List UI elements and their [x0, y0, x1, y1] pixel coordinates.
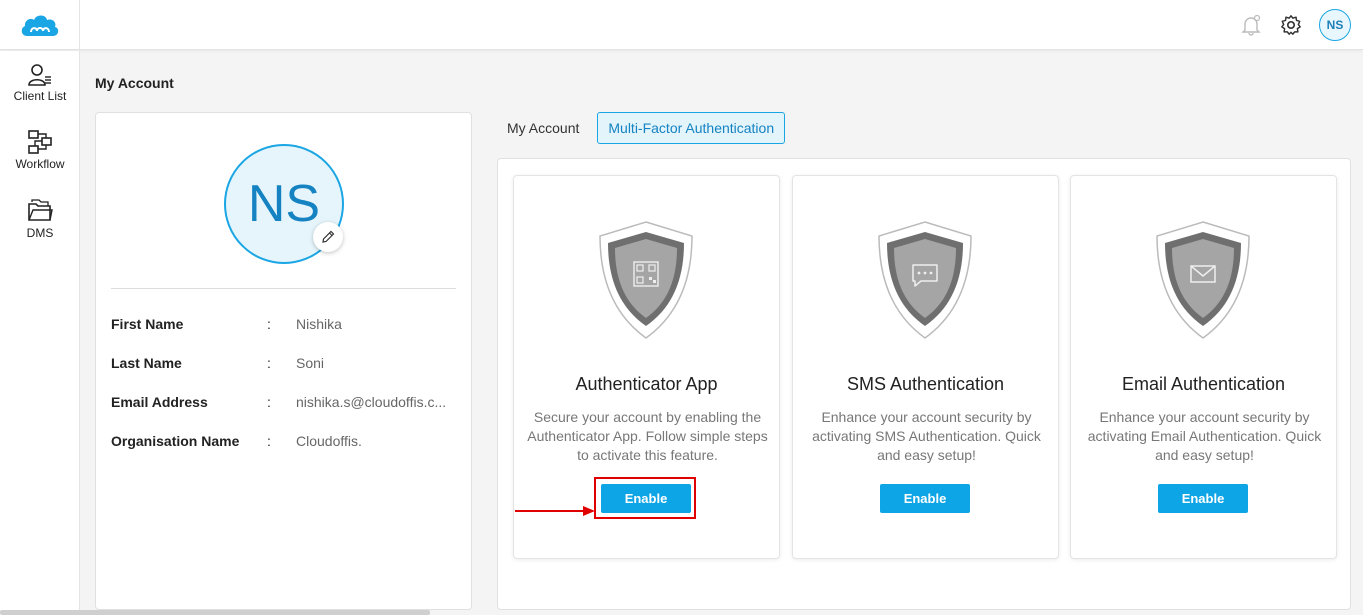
- user-avatar[interactable]: NS: [1319, 9, 1351, 41]
- sidebar-item-label: Client List: [13, 89, 67, 103]
- settings-gear-icon[interactable]: [1279, 13, 1303, 37]
- field-separator: :: [267, 433, 271, 449]
- sidebar-item-label: Workflow: [15, 157, 65, 171]
- mfa-panel: Authenticator App Secure your account by…: [497, 158, 1351, 610]
- cloud-logo-icon: [21, 15, 58, 36]
- field-label: First Name: [111, 316, 184, 332]
- sidebar-item-workflow[interactable]: Workflow: [0, 129, 80, 171]
- sidebar: Client List Workflow DMS: [0, 51, 80, 615]
- folder-icon: [28, 199, 53, 221]
- sidebar-item-label: DMS: [26, 226, 54, 240]
- mfa-card-email-authentication: Email Authentication Enhance your accoun…: [1070, 175, 1337, 559]
- edit-avatar-button[interactable]: [313, 222, 343, 252]
- workflow-icon: [28, 130, 52, 154]
- field-value: nishika.s@cloudoffis.c...: [296, 394, 447, 410]
- sidebar-item-dms[interactable]: DMS: [0, 198, 80, 240]
- card-description: Secure your account by enabling the Auth…: [527, 409, 768, 463]
- info-row-last-name: Last Name : Soni: [111, 355, 456, 375]
- card-title: SMS Authentication: [846, 374, 1005, 394]
- field-separator: :: [267, 316, 271, 332]
- field-label: Organisation Name: [111, 433, 240, 449]
- logo-cell[interactable]: [0, 0, 80, 50]
- card-title: Email Authentication: [1121, 374, 1286, 394]
- header-actions: NS: [1239, 8, 1351, 42]
- field-value: Cloudoffis.: [296, 433, 362, 449]
- top-bar: NS: [0, 0, 1363, 50]
- shield-envelope-icon: [1156, 221, 1250, 339]
- tab-multi-factor-authentication[interactable]: Multi-Factor Authentication: [597, 112, 786, 144]
- mfa-card-sms-authentication: SMS Authentication Enhance your account …: [792, 175, 1059, 559]
- profile-card: NS First Name : Nishika Last Name : Soni…: [95, 112, 472, 610]
- field-label: Last Name: [111, 355, 182, 371]
- horizontal-scrollbar[interactable]: [0, 610, 430, 615]
- info-row-first-name: First Name : Nishika: [111, 316, 456, 336]
- shield-qr-code-icon: [599, 221, 693, 339]
- field-separator: :: [267, 355, 271, 371]
- notification-bell-icon[interactable]: [1239, 13, 1263, 37]
- profile-divider: [111, 288, 456, 289]
- tab-my-account[interactable]: My Account: [497, 112, 589, 144]
- shield-chat-icon: [878, 221, 972, 339]
- card-description: Enhance your account security by activat…: [812, 409, 1041, 463]
- field-label: Email Address: [111, 394, 208, 410]
- account-tabs: My Account Multi-Factor Authentication: [497, 112, 786, 144]
- field-value: Nishika: [296, 316, 342, 332]
- enable-email-authentication-button[interactable]: Enable: [1158, 484, 1248, 513]
- card-title: Authenticator App: [575, 374, 718, 394]
- client-list-icon: [28, 64, 51, 86]
- field-separator: :: [267, 394, 271, 410]
- enable-authenticator-app-button[interactable]: Enable: [601, 484, 691, 513]
- page-title: My Account: [95, 75, 174, 91]
- card-description: Enhance your account security by activat…: [1087, 409, 1322, 463]
- pencil-icon: [322, 230, 335, 243]
- info-row-organisation: Organisation Name : Cloudoffis.: [111, 433, 456, 453]
- field-value: Soni: [296, 355, 325, 371]
- enable-sms-authentication-button[interactable]: Enable: [880, 484, 970, 513]
- sidebar-item-client-list[interactable]: Client List: [0, 63, 80, 103]
- mfa-card-authenticator-app: Authenticator App Secure your account by…: [513, 175, 780, 559]
- info-row-email: Email Address : nishika.s@cloudoffis.c..…: [111, 394, 456, 414]
